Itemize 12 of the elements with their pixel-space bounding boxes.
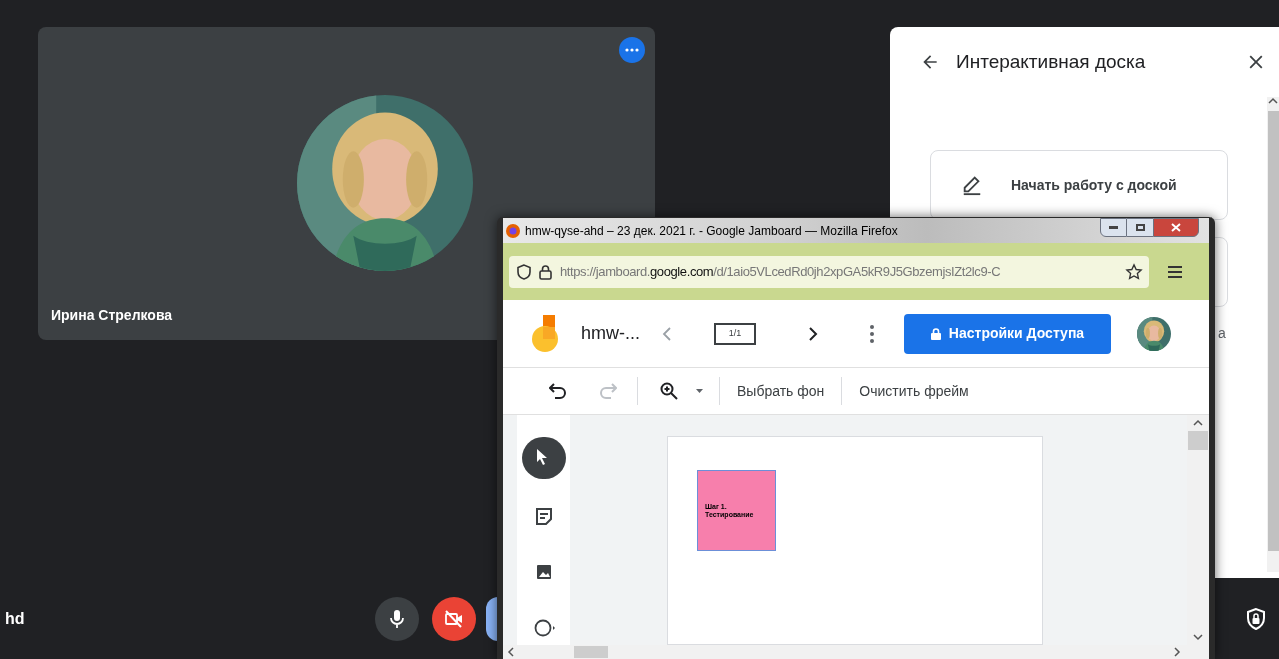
participant-name: Ирина Стрелкова <box>51 306 173 325</box>
address-bar[interactable]: https://jamboard.google.com/d/1aio5VLcedRd0jh2xpGA5kR9J5GbzemjsIZt2lc9-C <box>509 255 1149 288</box>
file-name[interactable]: hmw-... <box>581 320 640 347</box>
window-title: hmw-qyse-ahd – 23 дек. 2021 г. - Google Jamboard — Mozilla Firefox <box>525 222 898 240</box>
toolbar-button[interactable]: Выбрать фон <box>720 380 842 402</box>
panel-title: Интерактивная доска <box>956 49 1146 74</box>
panel-text: а <box>1218 324 1226 343</box>
url-text: https://jamboard.google.com/d/1aio5VLcedRd0jh2xpGA5kR9J5GbzemjsIZt2lc9-C <box>560 262 1001 281</box>
toolbar-button[interactable]: Очистить фрейм <box>842 380 986 402</box>
share-button[interactable]: Настройки Доступа <box>904 313 1111 354</box>
frame-counter[interactable]: 1/1 <box>714 322 756 345</box>
meeting-code: hd <box>5 608 25 629</box>
